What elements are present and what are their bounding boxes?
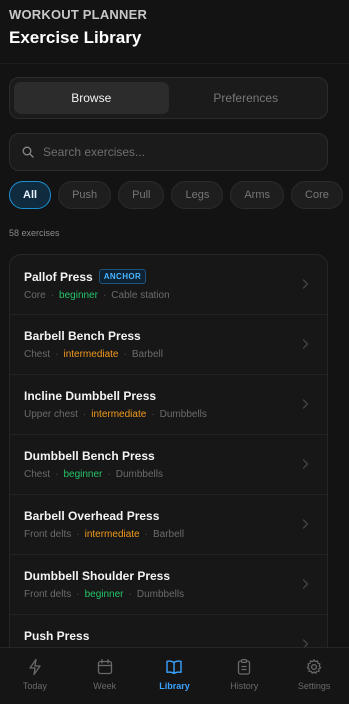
exercise-meta: Core · beginner · Cable station [24, 290, 313, 301]
exercise-title-row: Barbell Bench Press [24, 329, 313, 343]
tab-week[interactable]: Week [70, 648, 140, 704]
exercise-title-row: Dumbbell Shoulder Press [24, 569, 313, 583]
anchor-badge: ANCHOR [98, 269, 147, 284]
bolt-icon [29, 658, 41, 676]
exercise-equipment: Dumbbells [159, 409, 207, 420]
exercise-name: Barbell Overhead Press [24, 509, 160, 523]
separator-dot: · [55, 469, 59, 480]
exercise-level: beginner [84, 589, 124, 600]
exercise-title-row: Barbell Overhead Press [24, 509, 313, 523]
chevron-right-icon [302, 459, 309, 469]
exercise-level: intermediate [91, 409, 147, 420]
exercise-level: intermediate [84, 529, 140, 540]
exercise-level: beginner [59, 290, 98, 301]
exercise-target: Core [24, 290, 46, 301]
chevron-right-icon [302, 519, 309, 529]
filter-chip-arms[interactable]: Arms [230, 181, 285, 209]
exercise-meta: Chest · intermediate · Barbell [24, 349, 313, 360]
exercise-title-row: Pallof Press ANCHOR [24, 269, 313, 284]
tab-label: History [230, 681, 259, 691]
gear-icon [306, 659, 322, 674]
segment-browse[interactable]: Browse [14, 82, 169, 114]
exercise-name: Pallof Press [24, 269, 93, 284]
tab-library[interactable]: Library [140, 648, 210, 704]
book-icon [166, 660, 183, 675]
exercise-name: Barbell Bench Press [24, 329, 141, 343]
filter-chip-pull[interactable]: Pull [118, 181, 165, 209]
separator-dot: · [107, 469, 111, 480]
search-input[interactable] [43, 145, 303, 159]
exercise-equipment: Dumbbells [136, 589, 185, 600]
bottom-tab-bar: Today Week Library History Settings [0, 647, 349, 704]
filter-chip-all[interactable]: All [9, 181, 52, 209]
tab-label: Settings [297, 681, 331, 691]
separator-dot: · [151, 409, 155, 420]
exercise-equipment: Dumbbells [115, 469, 163, 480]
separator-dot: · [76, 589, 80, 600]
exercise-name: Dumbbell Bench Press [24, 449, 155, 463]
separator-dot: · [55, 349, 59, 360]
tab-label: Library [159, 681, 190, 691]
view-segmented-control: Browse Preferences [9, 77, 328, 119]
exercise-equipment: Barbell [152, 529, 185, 540]
exercise-equipment: Cable station [111, 290, 170, 301]
tab-label: Week [93, 681, 117, 691]
separator-dot: · [50, 290, 55, 301]
exercise-list-item[interactable]: Barbell Bench Press Chest · intermediate… [10, 315, 327, 375]
filter-chip-legs[interactable]: Legs [171, 181, 224, 209]
filter-chip-core[interactable]: Core [291, 181, 343, 209]
exercise-list-item[interactable]: Incline Dumbbell Press Upper chest · int… [10, 375, 327, 435]
tab-history[interactable]: History [209, 648, 279, 704]
header: WORKOUT PLANNER Exercise Library [0, 0, 349, 64]
exercise-meta: Upper chest · intermediate · Dumbbells [24, 409, 313, 420]
chevron-right-icon [302, 279, 309, 289]
separator-dot: · [123, 349, 127, 360]
exercise-level: beginner [63, 469, 103, 480]
tab-today[interactable]: Today [0, 648, 70, 704]
segment-preferences[interactable]: Preferences [169, 82, 324, 114]
tab-settings[interactable]: Settings [279, 648, 349, 704]
exercise-meta: Front delts · beginner · Dumbbells [24, 589, 313, 600]
clipboard-icon [238, 659, 251, 675]
app-name: WORKOUT PLANNER [9, 7, 148, 22]
exercise-title-row: Push Press [24, 629, 313, 643]
filter-chip-push[interactable]: Push [58, 181, 112, 209]
search-icon [22, 146, 34, 158]
separator-dot: · [144, 529, 148, 540]
tab-label: Today [22, 681, 47, 691]
chevron-right-icon [302, 339, 309, 349]
exercise-count: 58 exercises [9, 228, 60, 238]
exercise-level: intermediate [63, 349, 119, 360]
exercise-meta: Chest · beginner · Dumbbells [24, 469, 313, 480]
exercise-name: Dumbbell Shoulder Press [24, 569, 171, 583]
exercise-target: Front delts [24, 529, 72, 540]
exercise-meta: Front delts · intermediate · Barbell [24, 529, 313, 540]
exercise-list-item[interactable]: Dumbbell Bench Press Chest · beginner · … [10, 435, 327, 495]
exercise-title-row: Dumbbell Bench Press [24, 449, 313, 463]
app-screen: WORKOUT PLANNER Exercise Library Browse … [0, 0, 349, 704]
exercise-target: Upper chest [24, 409, 78, 420]
separator-dot: · [76, 529, 80, 540]
exercise-equipment: Barbell [131, 349, 163, 360]
calendar-icon [97, 659, 112, 675]
separator-dot: · [82, 409, 87, 420]
exercise-list: Pallof Press ANCHOR Core · beginner · Ca… [9, 254, 328, 704]
exercise-target: Chest [24, 469, 51, 480]
exercise-name: Incline Dumbbell Press [24, 389, 157, 403]
separator-dot: · [102, 290, 107, 301]
exercise-list-item[interactable]: Barbell Overhead Press Front delts · int… [10, 495, 327, 555]
chevron-right-icon [302, 399, 309, 409]
separator-dot: · [128, 589, 132, 600]
search-box[interactable] [9, 133, 328, 171]
chevron-right-icon [302, 579, 309, 589]
exercise-title-row: Incline Dumbbell Press [24, 389, 313, 403]
exercise-list-item[interactable]: Pallof Press ANCHOR Core · beginner · Ca… [10, 255, 327, 315]
filter-chips: All Push Pull Legs Arms Core [9, 181, 349, 209]
page-title: Exercise Library [9, 28, 142, 47]
exercise-name: Push Press [24, 629, 90, 643]
exercise-target: Chest [24, 349, 51, 360]
exercise-target: Front delts [24, 589, 72, 600]
exercise-list-item[interactable]: Dumbbell Shoulder Press Front delts · be… [10, 555, 327, 615]
